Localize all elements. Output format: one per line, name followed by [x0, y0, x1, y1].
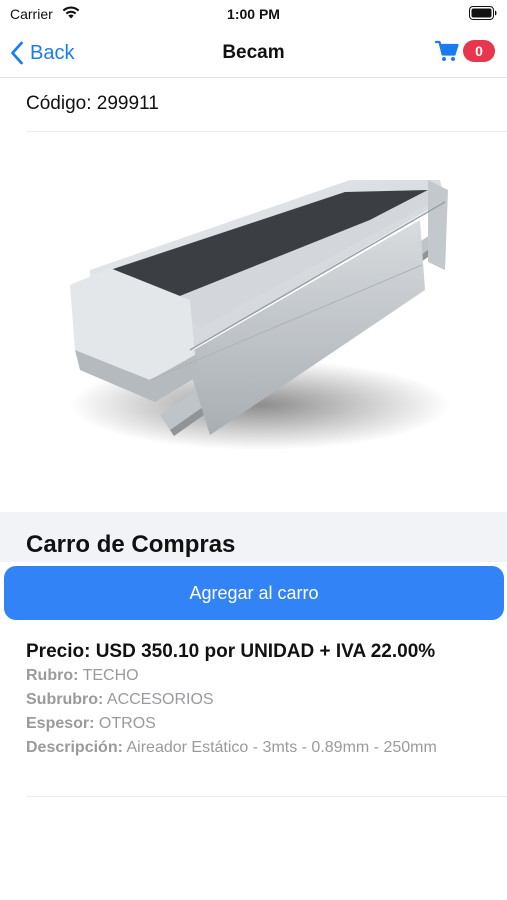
add-to-cart-button[interactable]: Agregar al carro	[4, 566, 504, 620]
detail-key: Descripción:	[26, 739, 123, 756]
detail-row-rubro: Rubro: TECHO	[26, 664, 496, 688]
detail-value: ACCESORIOS	[106, 691, 214, 708]
divider	[26, 796, 507, 797]
status-bar: Carrier 1:00 PM	[0, 0, 507, 28]
detail-row-espesor: Espesor: OTROS	[26, 712, 496, 736]
product-code-row: Código: 299911	[26, 80, 507, 132]
detail-value: OTROS	[98, 715, 156, 732]
price-line: Precio: USD 350.10 por UNIDAD + IVA 22.0…	[26, 641, 436, 662]
detail-value: Aireador Estático - 3mts - 0.89mm - 250m…	[126, 739, 437, 756]
detail-row-descripcion: Descripción: Aireador Estático - 3mts - …	[26, 736, 496, 760]
cart-section-header: Carro de Compras	[0, 512, 507, 562]
product-details: Precio: USD 350.10 por UNIDAD + IVA 22.0…	[26, 640, 496, 760]
cart-count-badge: 0	[463, 40, 495, 62]
battery-icon	[469, 6, 497, 20]
detail-row-subrubro: Subrubro: ACCESORIOS	[26, 688, 496, 712]
detail-key: Espesor:	[26, 715, 95, 732]
product-code: Código: 299911	[26, 93, 159, 114]
navigation-bar: Back Becam 0	[0, 28, 507, 78]
shopping-cart-icon	[435, 40, 459, 61]
clock: 1:00 PM	[227, 6, 280, 22]
detail-key: Subrubro:	[26, 691, 104, 708]
product-image	[70, 180, 450, 450]
detail-value: TECHO	[82, 667, 139, 684]
page-title: Becam	[222, 42, 285, 63]
cart-button[interactable]: 0	[435, 40, 495, 62]
detail-key: Rubro:	[26, 667, 79, 684]
cart-section-title: Carro de Compras	[26, 531, 236, 558]
